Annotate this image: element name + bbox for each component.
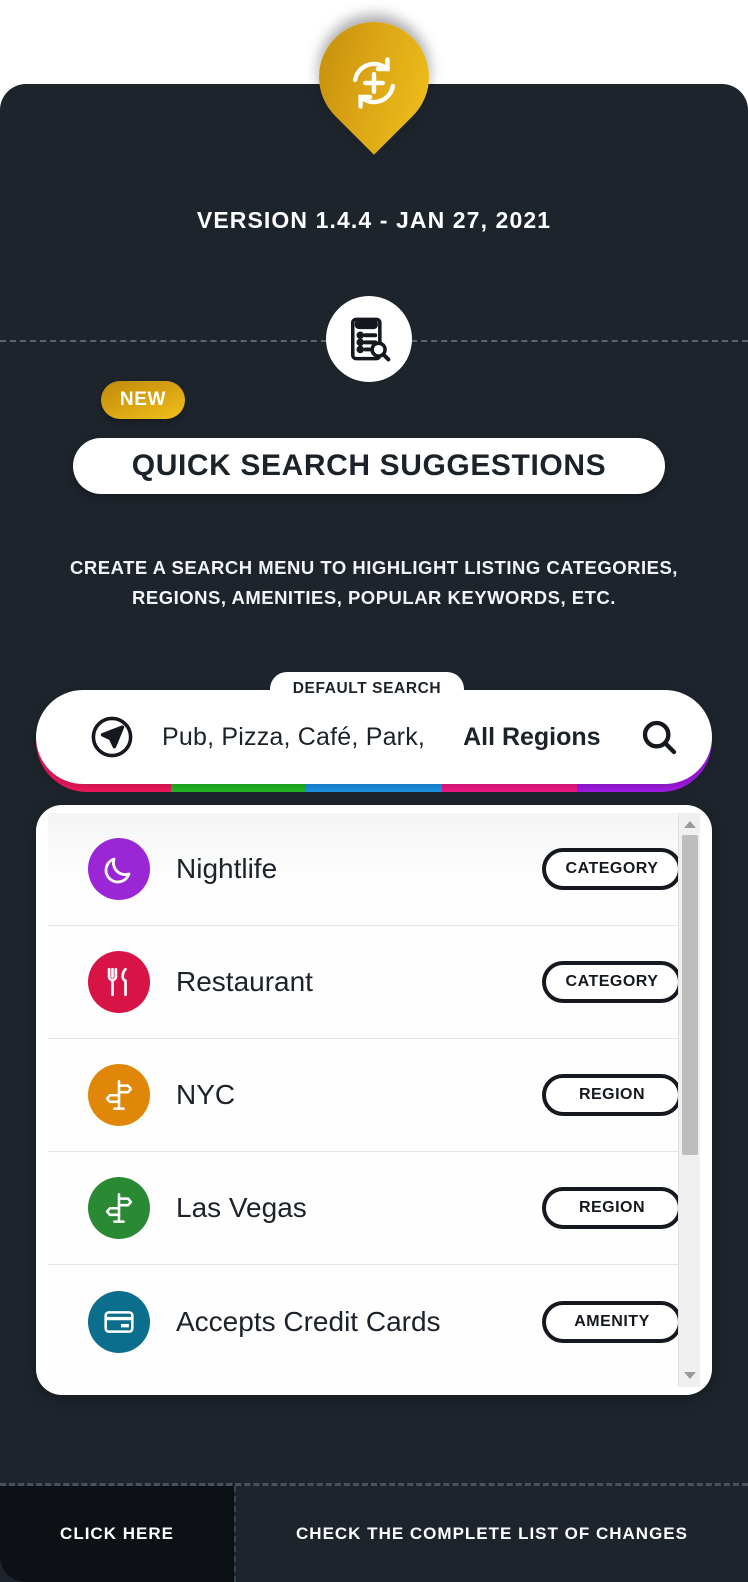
suggestion-icon-badge: [88, 838, 150, 900]
footer: CLICK HERE CHECK THE COMPLETE LIST OF CH…: [0, 1486, 748, 1582]
credit-card-icon: [102, 1305, 136, 1339]
suggestions-list: Nightlife CATEGORY Restaurant CATEGORY: [48, 813, 700, 1387]
scroll-down-arrow-icon[interactable]: [684, 1372, 696, 1379]
suggestion-type-tag: REGION: [542, 1074, 682, 1116]
feature-title: QUICK SEARCH SUGGESTIONS: [73, 438, 665, 494]
suggestion-type-tag: AMENITY: [542, 1301, 682, 1343]
suggestion-label: Accepts Credit Cards: [176, 1306, 542, 1338]
click-here-button[interactable]: CLICK HERE: [0, 1486, 234, 1582]
suggestion-label: NYC: [176, 1079, 542, 1111]
scroll-up-arrow-icon[interactable]: [684, 821, 696, 828]
suggestion-icon-badge: [88, 951, 150, 1013]
search-region-select[interactable]: All Regions: [463, 723, 601, 752]
fork-knife-icon: [102, 965, 136, 999]
suggestion-icon-badge: [88, 1064, 150, 1126]
suggestion-type-tag: CATEGORY: [542, 848, 682, 890]
suggestion-icon-badge: [88, 1291, 150, 1353]
feature-icon-circle: [326, 296, 412, 382]
list-item[interactable]: Restaurant CATEGORY: [48, 926, 700, 1039]
suggestion-label: Nightlife: [176, 853, 542, 885]
refresh-plus-icon: [343, 52, 405, 114]
list-search-icon: [344, 314, 394, 364]
suggestion-label: Las Vegas: [176, 1192, 542, 1224]
update-pin-badge: [305, 22, 443, 170]
feature-description: CREATE A SEARCH MENU TO HIGHLIGHT LISTIN…: [44, 553, 704, 613]
suggestion-icon-badge: [88, 1177, 150, 1239]
suggestion-label: Restaurant: [176, 966, 542, 998]
suggestions-panel: Nightlife CATEGORY Restaurant CATEGORY: [36, 805, 712, 1395]
version-label: VERSION 1.4.4 - JAN 27, 2021: [0, 207, 748, 234]
suggestion-type-tag: REGION: [542, 1187, 682, 1229]
suggestion-type-tag: CATEGORY: [542, 961, 682, 1003]
list-item[interactable]: NYC REGION: [48, 1039, 700, 1152]
navigate-send-icon: [88, 713, 136, 761]
scrollbar-thumb[interactable]: [682, 835, 698, 1155]
search-keywords-input[interactable]: Pub, Pizza, Café, Park,: [162, 723, 425, 752]
signpost-icon: [102, 1191, 136, 1225]
new-badge: NEW: [101, 381, 185, 419]
signpost-icon: [102, 1078, 136, 1112]
list-item[interactable]: Accepts Credit Cards AMENITY: [48, 1265, 700, 1378]
release-note-card: VERSION 1.4.4 - JAN 27, 2021 NEW QUICK S…: [0, 0, 748, 1582]
search-icon[interactable]: [639, 717, 679, 757]
default-search-tab: DEFAULT SEARCH: [270, 672, 464, 706]
moon-icon: [102, 852, 136, 886]
suggestions-scrollbar[interactable]: [678, 813, 700, 1387]
list-item[interactable]: Las Vegas REGION: [48, 1152, 700, 1265]
complete-changelog-link[interactable]: CHECK THE COMPLETE LIST OF CHANGES: [236, 1486, 748, 1582]
list-item[interactable]: Nightlife CATEGORY: [48, 813, 700, 926]
